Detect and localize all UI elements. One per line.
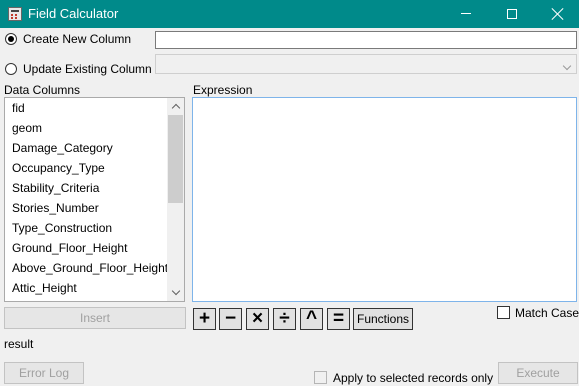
error-log-button[interactable]: Error Log — [4, 362, 84, 384]
match-case-label[interactable]: Match Case — [515, 306, 579, 320]
update-existing-column-label[interactable]: Update Existing Column — [23, 62, 152, 76]
execute-button[interactable]: Execute — [498, 362, 578, 384]
window-title: Field Calculator — [28, 6, 119, 21]
equals-button[interactable]: = — [327, 308, 350, 330]
new-column-name-input[interactable] — [155, 31, 577, 49]
list-item[interactable]: fid — [5, 98, 184, 118]
functions-button[interactable]: Functions — [353, 308, 413, 330]
expression-label: Expression — [193, 83, 253, 97]
scroll-down-icon[interactable] — [167, 284, 184, 301]
multiply-button[interactable]: × — [246, 308, 269, 330]
power-button[interactable]: ^ — [300, 308, 323, 330]
minimize-icon — [461, 13, 471, 14]
data-columns-label: Data Columns — [4, 83, 81, 97]
plus-button[interactable]: + — [193, 308, 216, 330]
close-icon — [551, 7, 565, 21]
calculator-icon — [8, 7, 22, 21]
close-button[interactable] — [535, 0, 579, 28]
chevron-down-icon — [562, 61, 572, 71]
expression-textarea[interactable] — [192, 97, 577, 302]
insert-button[interactable]: Insert — [4, 307, 186, 329]
list-scrollbar[interactable] — [167, 98, 184, 301]
apply-selected-checkbox[interactable] — [314, 371, 327, 384]
scroll-thumb[interactable] — [168, 115, 183, 203]
minus-button[interactable]: − — [219, 308, 242, 330]
divide-button[interactable]: ÷ — [273, 308, 296, 330]
result-label: result — [4, 337, 34, 351]
create-new-column-label[interactable]: Create New Column — [23, 32, 131, 46]
minimize-button[interactable] — [443, 0, 489, 28]
maximize-button[interactable] — [489, 0, 535, 28]
list-item[interactable]: Type_Construction — [5, 218, 184, 238]
data-columns-list[interactable]: fid geom Damage_Category Occupancy_Type … — [4, 97, 185, 302]
list-item[interactable]: geom — [5, 118, 184, 138]
list-item[interactable]: Stability_Criteria — [5, 178, 184, 198]
existing-column-select[interactable] — [155, 54, 577, 74]
list-item[interactable]: Ground_Floor_Height — [5, 238, 184, 258]
list-item[interactable]: Damage_Category — [5, 138, 184, 158]
scroll-up-icon[interactable] — [167, 98, 184, 115]
update-existing-column-radio[interactable] — [5, 63, 17, 75]
maximize-icon — [507, 9, 517, 19]
create-new-column-radio[interactable] — [5, 33, 17, 45]
list-item[interactable]: Stories_Number — [5, 198, 184, 218]
list-item[interactable]: Attic_Height — [5, 278, 184, 298]
apply-selected-label[interactable]: Apply to selected records only — [333, 371, 493, 385]
list-item[interactable]: Occupancy_Type — [5, 158, 184, 178]
title-bar[interactable]: Field Calculator — [0, 0, 579, 28]
list-item[interactable]: Above_Ground_Floor_Height — [5, 258, 184, 278]
match-case-checkbox[interactable] — [497, 306, 510, 319]
